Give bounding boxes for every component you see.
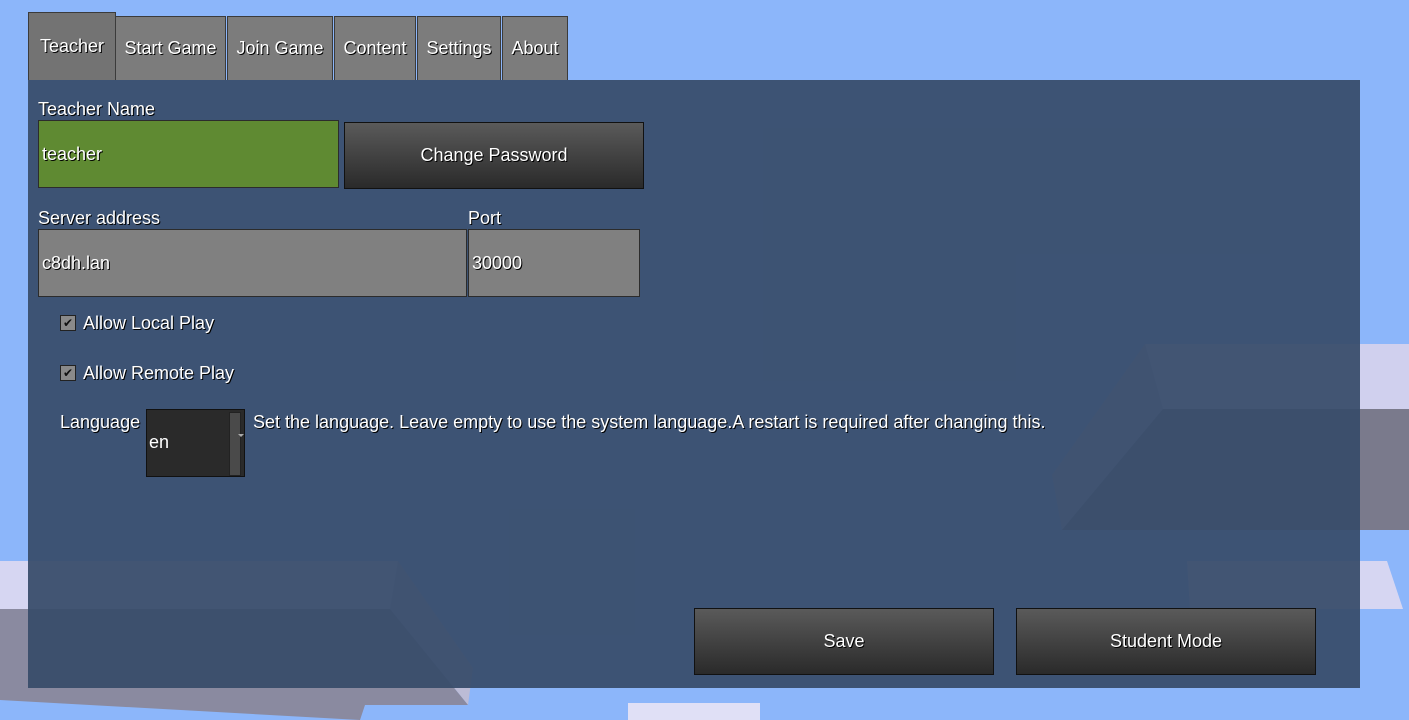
- language-dropdown[interactable]: en: [146, 409, 245, 477]
- tab-join-game[interactable]: Join Game: [227, 16, 333, 80]
- allow-remote-play-label[interactable]: Allow Remote Play: [83, 363, 234, 384]
- save-button[interactable]: Save: [694, 608, 994, 675]
- server-address-input[interactable]: c8dh.lan: [38, 229, 467, 297]
- teacher-name-label: Teacher Name: [38, 99, 156, 119]
- tab-teacher[interactable]: Teacher: [28, 12, 116, 80]
- tab-about[interactable]: About: [502, 16, 568, 80]
- server-address-label: Server address: [38, 208, 161, 228]
- port-label: Port: [468, 208, 502, 228]
- allow-remote-play-checkbox[interactable]: ✔: [60, 365, 76, 381]
- student-mode-button[interactable]: Student Mode: [1016, 608, 1316, 675]
- tab-content[interactable]: Content: [334, 16, 416, 80]
- teacher-name-input[interactable]: teacher: [38, 120, 339, 188]
- tab-settings[interactable]: Settings: [417, 16, 501, 80]
- tab-start-game[interactable]: Start Game: [115, 16, 226, 80]
- teacher-panel: Teacher Name teacher Change Password Ser…: [28, 80, 1360, 688]
- language-scrollbar[interactable]: [229, 412, 241, 476]
- chevron-down-icon: [238, 434, 244, 437]
- allow-local-play-label[interactable]: Allow Local Play: [83, 313, 214, 334]
- language-value: en: [149, 432, 170, 452]
- allow-local-play-checkbox[interactable]: ✔: [60, 315, 76, 331]
- change-password-button[interactable]: Change Password: [344, 122, 644, 189]
- language-description: Set the language. Leave empty to use the…: [253, 412, 1046, 432]
- port-input[interactable]: 30000: [468, 229, 640, 297]
- language-label: Language: [60, 412, 141, 432]
